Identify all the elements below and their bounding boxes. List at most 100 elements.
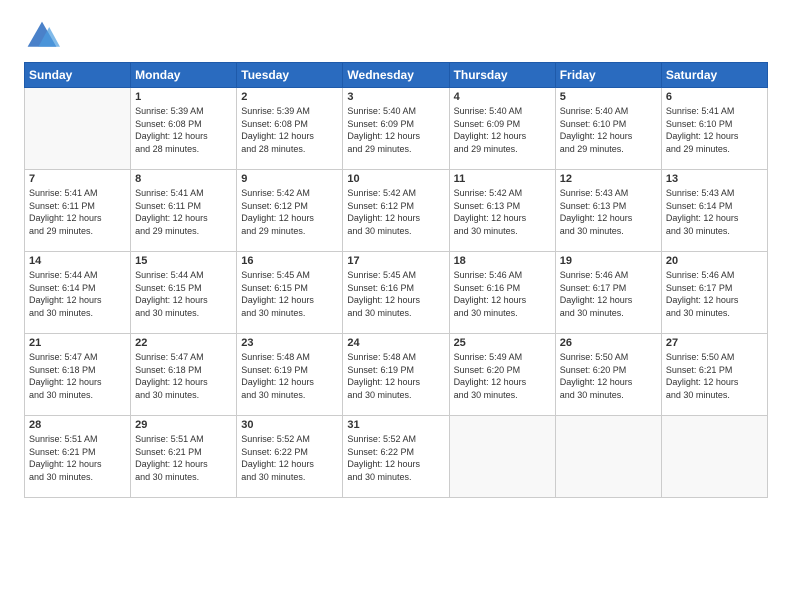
day-info: Sunrise: 5:48 AM Sunset: 6:19 PM Dayligh… xyxy=(347,351,444,401)
day-info: Sunrise: 5:52 AM Sunset: 6:22 PM Dayligh… xyxy=(347,433,444,483)
day-info: Sunrise: 5:43 AM Sunset: 6:14 PM Dayligh… xyxy=(666,187,763,237)
day-info: Sunrise: 5:46 AM Sunset: 6:16 PM Dayligh… xyxy=(454,269,551,319)
day-number: 29 xyxy=(135,419,232,431)
day-info: Sunrise: 5:40 AM Sunset: 6:09 PM Dayligh… xyxy=(454,105,551,155)
day-number: 28 xyxy=(29,419,126,431)
weekday-header-friday: Friday xyxy=(555,63,661,88)
day-info: Sunrise: 5:50 AM Sunset: 6:21 PM Dayligh… xyxy=(666,351,763,401)
calendar-cell: 26Sunrise: 5:50 AM Sunset: 6:20 PM Dayli… xyxy=(555,334,661,416)
calendar-table: SundayMondayTuesdayWednesdayThursdayFrid… xyxy=(24,62,768,498)
day-number: 25 xyxy=(454,337,551,349)
calendar-cell: 29 Sunrise: 5:51 AM Sunset: 6:21 PM Dayli… xyxy=(131,416,237,498)
day-info: Sunrise: 5:47 AM Sunset: 6:18 PM Dayligh… xyxy=(29,351,126,401)
day-number: 5 xyxy=(560,91,657,103)
day-number: 3 xyxy=(347,91,444,103)
day-number: 1 xyxy=(135,91,232,103)
calendar-cell: 21 Sunrise: 5:47 AM Sunset: 6:18 PM Dayli… xyxy=(25,334,131,416)
day-info: Sunrise: 5:44 AM Sunset: 6:15 PM Dayligh… xyxy=(135,269,232,319)
calendar-cell: 6 Sunrise: 5:41 AM Sunset: 6:10 PM Daylig… xyxy=(661,88,767,170)
day-number: 12 xyxy=(560,173,657,185)
calendar-cell: 14 Sunrise: 5:44 AM Sunset: 6:14 PM Dayli… xyxy=(25,252,131,334)
day-info: Sunrise: 5:48 AM Sunset: 6:19 PM Dayligh… xyxy=(241,351,338,401)
day-info: Sunrise: 5:42 AM Sunset: 6:12 PM Dayligh… xyxy=(347,187,444,237)
day-number: 15 xyxy=(135,255,232,267)
day-number: 24 xyxy=(347,337,444,349)
day-info: Sunrise: 5:51 AM Sunset: 6:21 PM Dayligh… xyxy=(135,433,232,483)
week-row-1: 1 Sunrise: 5:39 AM Sunset: 6:08 PM Daylig… xyxy=(25,88,768,170)
day-info: Sunrise: 5:50 AM Sunset: 6:20 PM Dayligh… xyxy=(560,351,657,401)
day-number: 30 xyxy=(241,419,338,431)
day-info: Sunrise: 5:51 AM Sunset: 6:21 PM Dayligh… xyxy=(29,433,126,483)
calendar-cell: 9 Sunrise: 5:42 AM Sunset: 6:12 PM Daylig… xyxy=(237,170,343,252)
day-info: Sunrise: 5:41 AM Sunset: 6:10 PM Dayligh… xyxy=(666,105,763,155)
day-number: 14 xyxy=(29,255,126,267)
calendar-cell: 25 Sunrise: 5:49 AM Sunset: 6:20 PM Dayli… xyxy=(449,334,555,416)
day-number: 21 xyxy=(29,337,126,349)
day-number: 7 xyxy=(29,173,126,185)
calendar-cell: 2 Sunrise: 5:39 AM Sunset: 6:08 PM Daylig… xyxy=(237,88,343,170)
calendar-cell xyxy=(25,88,131,170)
day-info: Sunrise: 5:41 AM Sunset: 6:11 PM Dayligh… xyxy=(29,187,126,237)
weekday-header-tuesday: Tuesday xyxy=(237,63,343,88)
day-info: Sunrise: 5:39 AM Sunset: 6:08 PM Dayligh… xyxy=(241,105,338,155)
calendar-cell: 8 Sunrise: 5:41 AM Sunset: 6:11 PM Daylig… xyxy=(131,170,237,252)
week-row-2: 7 Sunrise: 5:41 AM Sunset: 6:11 PM Daylig… xyxy=(25,170,768,252)
day-info: Sunrise: 5:45 AM Sunset: 6:16 PM Dayligh… xyxy=(347,269,444,319)
calendar-cell: 22 Sunrise: 5:47 AM Sunset: 6:18 PM Dayli… xyxy=(131,334,237,416)
day-number: 22 xyxy=(135,337,232,349)
calendar-cell xyxy=(555,416,661,498)
day-info: Sunrise: 5:41 AM Sunset: 6:11 PM Dayligh… xyxy=(135,187,232,237)
day-number: 6 xyxy=(666,91,763,103)
calendar-cell: 11Sunrise: 5:42 AM Sunset: 6:13 PM Dayli… xyxy=(449,170,555,252)
day-number: 13 xyxy=(666,173,763,185)
day-info: Sunrise: 5:49 AM Sunset: 6:20 PM Dayligh… xyxy=(454,351,551,401)
header xyxy=(24,18,768,54)
weekday-header-row: SundayMondayTuesdayWednesdayThursdayFrid… xyxy=(25,63,768,88)
calendar-cell: 24 Sunrise: 5:48 AM Sunset: 6:19 PM Dayli… xyxy=(343,334,449,416)
calendar-cell: 31 Sunrise: 5:52 AM Sunset: 6:22 PM Dayli… xyxy=(343,416,449,498)
day-info: Sunrise: 5:44 AM Sunset: 6:14 PM Dayligh… xyxy=(29,269,126,319)
week-row-4: 21 Sunrise: 5:47 AM Sunset: 6:18 PM Dayli… xyxy=(25,334,768,416)
day-info: Sunrise: 5:45 AM Sunset: 6:15 PM Dayligh… xyxy=(241,269,338,319)
calendar-cell: 5 Sunrise: 5:40 AM Sunset: 6:10 PM Daylig… xyxy=(555,88,661,170)
day-number: 9 xyxy=(241,173,338,185)
day-info: Sunrise: 5:42 AM Sunset: 6:13 PM Dayligh… xyxy=(454,187,551,237)
day-number: 8 xyxy=(135,173,232,185)
calendar-cell: 28 Sunrise: 5:51 AM Sunset: 6:21 PM Dayli… xyxy=(25,416,131,498)
day-number: 31 xyxy=(347,419,444,431)
day-number: 18 xyxy=(454,255,551,267)
calendar-cell: 15 Sunrise: 5:44 AM Sunset: 6:15 PM Dayli… xyxy=(131,252,237,334)
calendar-cell: 7 Sunrise: 5:41 AM Sunset: 6:11 PM Daylig… xyxy=(25,170,131,252)
week-row-5: 28 Sunrise: 5:51 AM Sunset: 6:21 PM Dayli… xyxy=(25,416,768,498)
calendar-cell: 1 Sunrise: 5:39 AM Sunset: 6:08 PM Daylig… xyxy=(131,88,237,170)
day-number: 2 xyxy=(241,91,338,103)
calendar-cell: 19Sunrise: 5:46 AM Sunset: 6:17 PM Dayli… xyxy=(555,252,661,334)
weekday-header-monday: Monday xyxy=(131,63,237,88)
day-number: 10 xyxy=(347,173,444,185)
day-number: 4 xyxy=(454,91,551,103)
day-number: 20 xyxy=(666,255,763,267)
calendar-cell: 18 Sunrise: 5:46 AM Sunset: 6:16 PM Dayli… xyxy=(449,252,555,334)
day-info: Sunrise: 5:42 AM Sunset: 6:12 PM Dayligh… xyxy=(241,187,338,237)
day-number: 17 xyxy=(347,255,444,267)
calendar-cell: 4 Sunrise: 5:40 AM Sunset: 6:09 PM Daylig… xyxy=(449,88,555,170)
calendar-cell: 30Sunrise: 5:52 AM Sunset: 6:22 PM Dayli… xyxy=(237,416,343,498)
calendar-cell: 16 Sunrise: 5:45 AM Sunset: 6:15 PM Dayli… xyxy=(237,252,343,334)
day-info: Sunrise: 5:46 AM Sunset: 6:17 PM Dayligh… xyxy=(666,269,763,319)
day-number: 16 xyxy=(241,255,338,267)
day-info: Sunrise: 5:40 AM Sunset: 6:10 PM Dayligh… xyxy=(560,105,657,155)
logo-icon xyxy=(24,18,60,54)
calendar-cell: 17 Sunrise: 5:45 AM Sunset: 6:16 PM Dayli… xyxy=(343,252,449,334)
calendar-cell: 10 Sunrise: 5:42 AM Sunset: 6:12 PM Dayli… xyxy=(343,170,449,252)
calendar-cell xyxy=(661,416,767,498)
weekday-header-thursday: Thursday xyxy=(449,63,555,88)
week-row-3: 14 Sunrise: 5:44 AM Sunset: 6:14 PM Dayli… xyxy=(25,252,768,334)
day-number: 27 xyxy=(666,337,763,349)
day-info: Sunrise: 5:47 AM Sunset: 6:18 PM Dayligh… xyxy=(135,351,232,401)
page: SundayMondayTuesdayWednesdayThursdayFrid… xyxy=(0,0,792,612)
calendar-cell: 12Sunrise: 5:43 AM Sunset: 6:13 PM Dayli… xyxy=(555,170,661,252)
calendar-cell: 13 Sunrise: 5:43 AM Sunset: 6:14 PM Dayli… xyxy=(661,170,767,252)
day-info: Sunrise: 5:39 AM Sunset: 6:08 PM Dayligh… xyxy=(135,105,232,155)
day-info: Sunrise: 5:40 AM Sunset: 6:09 PM Dayligh… xyxy=(347,105,444,155)
weekday-header-sunday: Sunday xyxy=(25,63,131,88)
